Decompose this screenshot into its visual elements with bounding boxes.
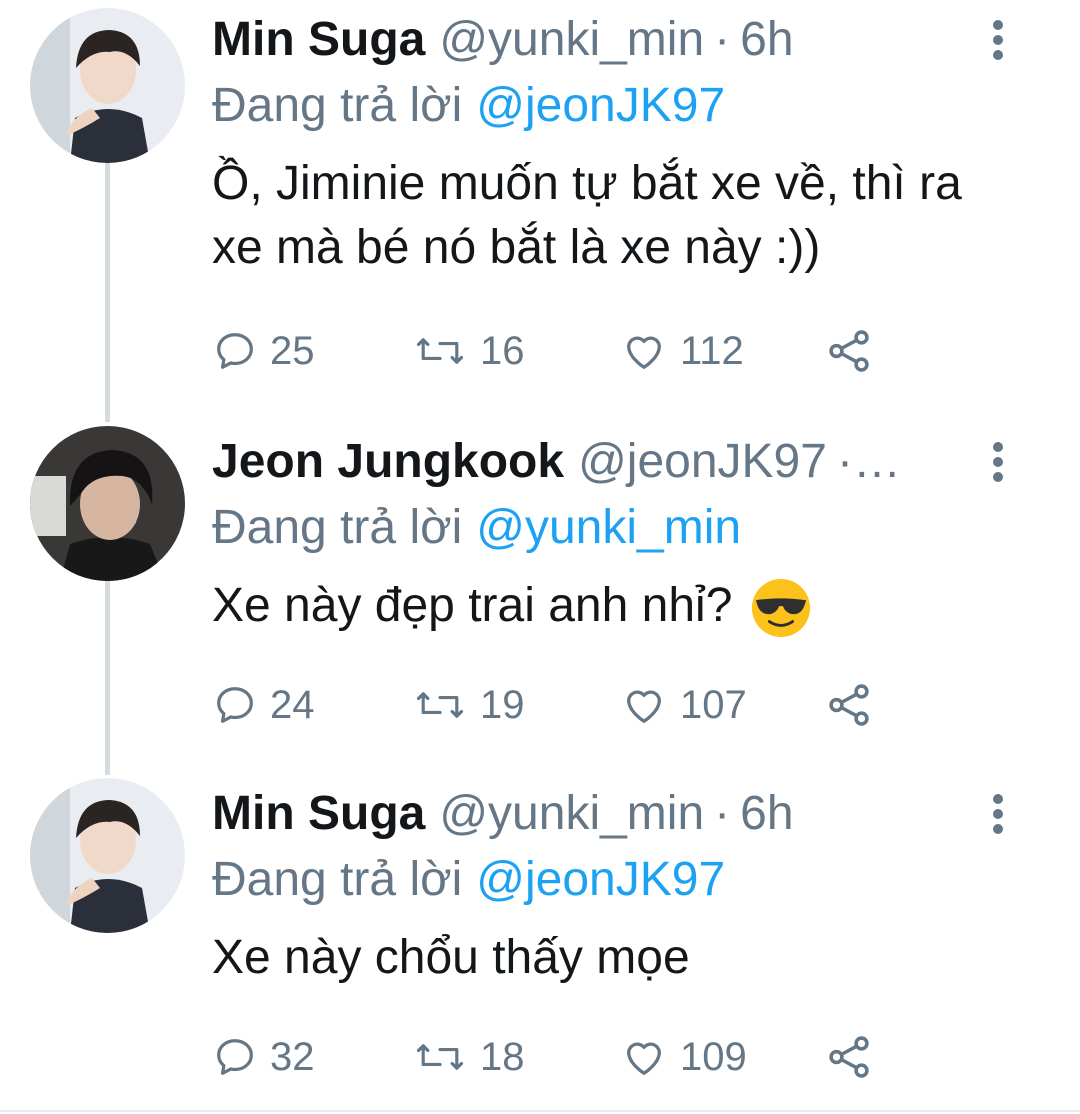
tweet-actions: 25 16 112	[212, 326, 892, 376]
reply-icon	[217, 687, 253, 723]
retweet-icon	[416, 338, 464, 364]
retweet-button[interactable]: 16	[412, 326, 525, 376]
sunglasses-emoji-icon	[751, 579, 810, 638]
retweet-count: 16	[480, 328, 525, 373]
more-dot-icon	[993, 457, 1003, 467]
retweet-count: 19	[480, 682, 525, 727]
more-dot-icon	[993, 50, 1003, 60]
tweet[interactable]: Min Suga @yunki_min · 6h Đang trả lời @je…	[0, 774, 1080, 1110]
replying-to-label: Đang trả lời	[212, 79, 463, 132]
replying-to: Đang trả lời @yunki_min	[212, 500, 741, 556]
more-options-button[interactable]	[978, 790, 1018, 838]
like-count: 109	[680, 1034, 747, 1079]
separator: ·…	[836, 435, 901, 488]
display-name[interactable]: Jeon Jungkook	[212, 434, 564, 490]
more-options-button[interactable]	[978, 16, 1018, 64]
like-count: 112	[680, 328, 744, 373]
reply-icon	[217, 1039, 253, 1075]
reply-count: 32	[270, 1034, 315, 1079]
more-dot-icon	[993, 809, 1003, 819]
retweet-icon	[416, 692, 464, 718]
more-dot-icon	[993, 35, 1003, 45]
replying-to-handle[interactable]: @jeonJK97	[476, 853, 725, 906]
replying-to-label: Đang trả lời	[212, 853, 463, 906]
more-dot-icon	[993, 824, 1003, 834]
share-icon	[829, 330, 869, 372]
tweet-header: Min Suga @yunki_min · 6h	[212, 786, 794, 842]
user-handle[interactable]: @jeonJK97	[578, 434, 827, 490]
more-dot-icon	[993, 794, 1003, 804]
tweet-text: Ồ, Jiminie muốn tự bắt xe về, thì ra xe …	[212, 157, 962, 274]
share-icon	[829, 1036, 869, 1078]
tweet-header: Min Suga @yunki_min · 6h	[212, 12, 794, 68]
replying-to-handle[interactable]: @jeonJK97	[476, 79, 725, 132]
like-button[interactable]: 107	[620, 680, 747, 730]
display-name[interactable]: Min Suga	[212, 12, 425, 68]
share-button[interactable]	[824, 326, 874, 376]
tweet-header: Jeon Jungkook @jeonJK97 ·…	[212, 434, 911, 490]
avatar[interactable]	[30, 426, 185, 581]
timestamp[interactable]: 6h	[740, 12, 793, 68]
retweet-count: 18	[480, 1034, 525, 1079]
tweet-actions: 32 18 109	[212, 1032, 892, 1082]
like-button[interactable]: 109	[620, 1032, 747, 1082]
retweet-icon	[416, 1044, 464, 1070]
like-button[interactable]: 112	[620, 326, 744, 376]
reply-button[interactable]: 25	[212, 326, 315, 376]
tweet-text: Xe này chổu thấy mọe	[212, 931, 690, 984]
user-handle[interactable]: @yunki_min	[439, 786, 704, 842]
replying-to: Đang trả lời @jeonJK97	[212, 78, 725, 134]
reply-count: 24	[270, 682, 315, 727]
more-options-button[interactable]	[978, 438, 1018, 486]
retweet-button[interactable]: 18	[412, 1032, 525, 1082]
tweet-text: Xe này đẹp trai anh nhỉ?	[212, 574, 1012, 639]
display-name[interactable]: Min Suga	[212, 786, 425, 842]
more-dot-icon	[993, 472, 1003, 482]
reply-icon	[217, 333, 253, 369]
reply-button[interactable]: 32	[212, 1032, 315, 1082]
heart-icon	[627, 1042, 661, 1075]
replying-to-handle[interactable]: @yunki_min	[476, 501, 741, 554]
like-count: 107	[680, 682, 747, 727]
reply-button[interactable]: 24	[212, 680, 315, 730]
tweet[interactable]: Jeon Jungkook @jeonJK97 ·… Đang trả lời @…	[0, 422, 1080, 777]
tweet[interactable]: Min Suga @yunki_min · 6h Đang trả lời @je…	[0, 0, 1080, 400]
reply-count: 25	[270, 328, 315, 373]
share-icon	[829, 684, 869, 726]
heart-icon	[627, 336, 661, 369]
divider	[0, 1110, 1080, 1112]
retweet-button[interactable]: 19	[412, 680, 525, 730]
replying-to-label: Đang trả lời	[212, 501, 463, 554]
tweet-actions: 24 19 107	[212, 680, 892, 730]
tweet-text-content: Xe này đẹp trai anh nhỉ?	[212, 579, 733, 632]
replying-to: Đang trả lời @jeonJK97	[212, 852, 725, 908]
timestamp[interactable]: 6h	[740, 786, 793, 842]
user-handle[interactable]: @yunki_min	[439, 12, 704, 68]
avatar[interactable]	[30, 778, 185, 933]
more-dot-icon	[993, 442, 1003, 452]
separator: ·	[714, 787, 731, 840]
separator: ·	[714, 13, 731, 66]
share-button[interactable]	[824, 680, 874, 730]
avatar[interactable]	[30, 8, 185, 163]
heart-icon	[627, 690, 661, 723]
more-dot-icon	[993, 20, 1003, 30]
share-button[interactable]	[824, 1032, 874, 1082]
